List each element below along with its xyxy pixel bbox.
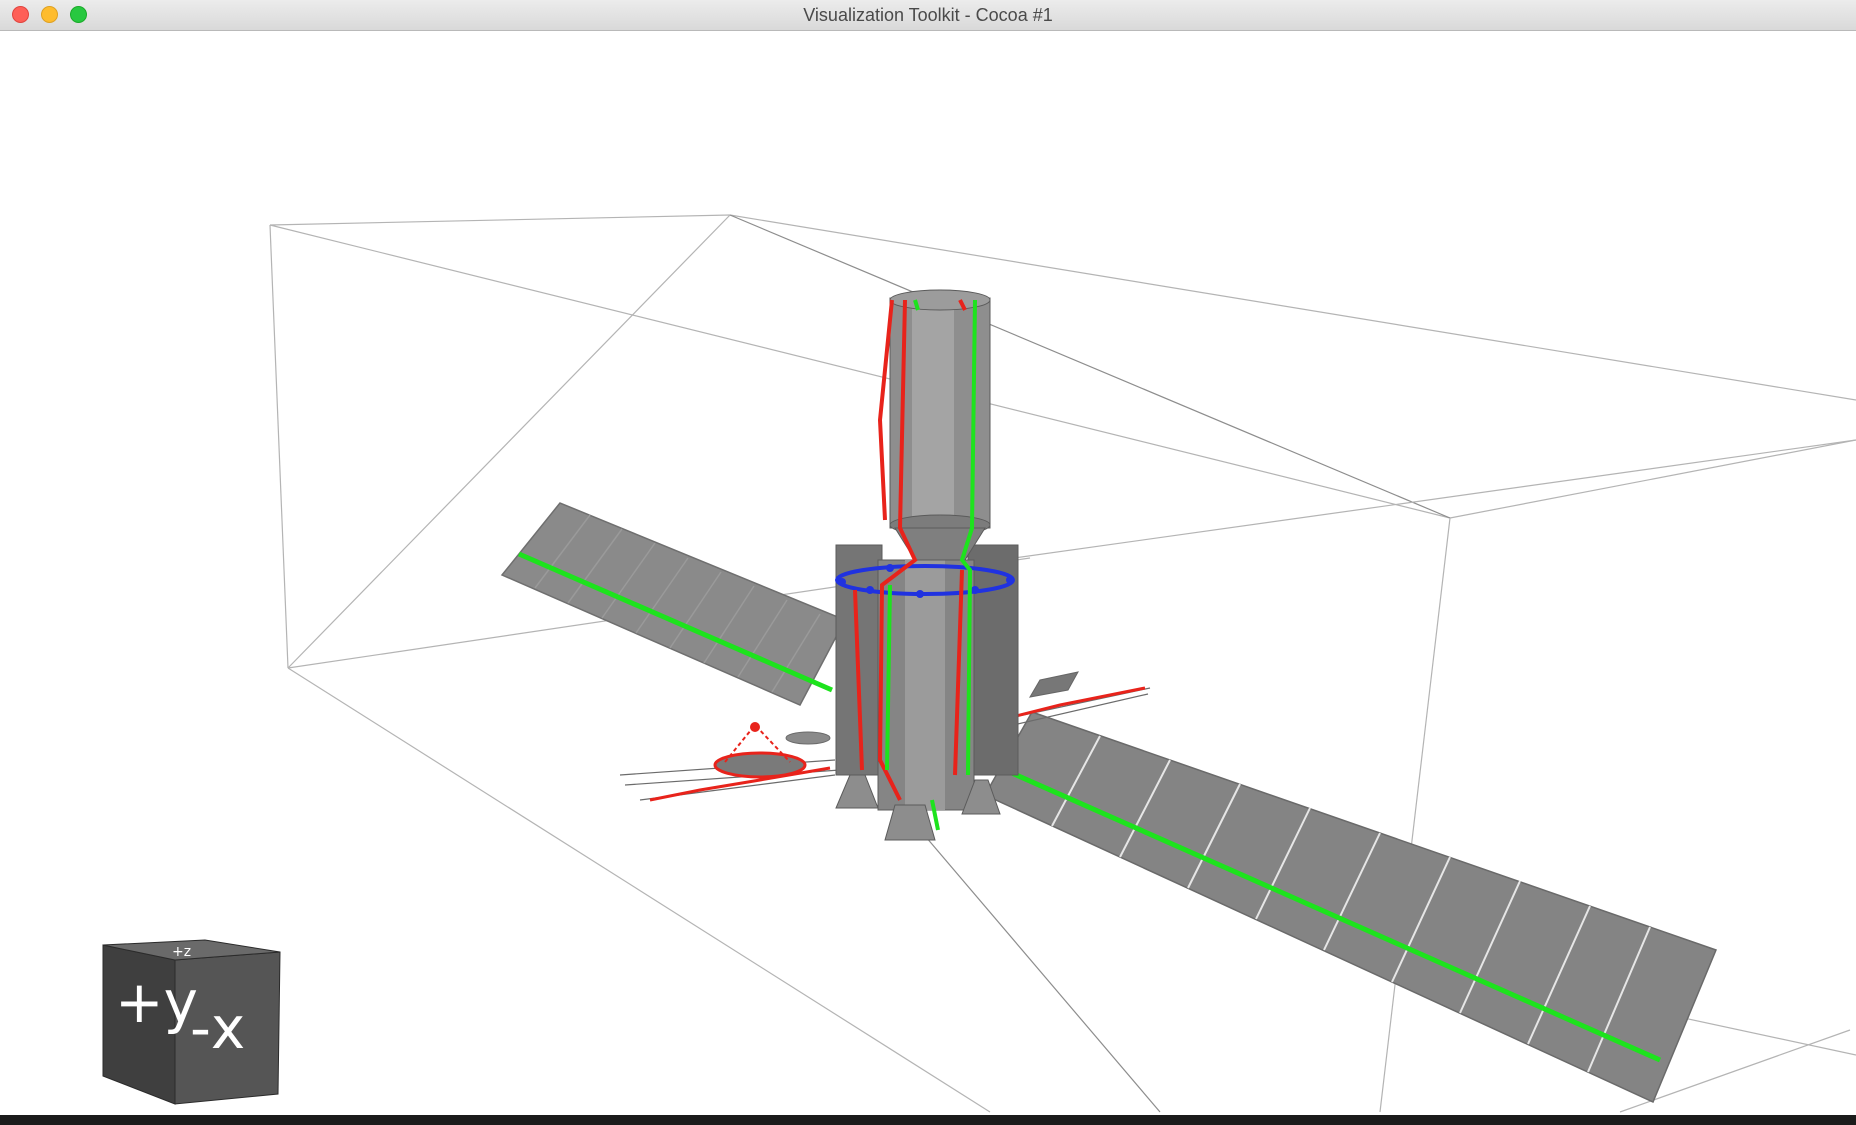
orientation-cube[interactable]: +y -x +z xyxy=(102,939,281,1105)
cube-side-label: -x xyxy=(190,994,245,1062)
render-viewport[interactable]: +y -x +z xyxy=(0,31,1856,1115)
scene-canvas[interactable]: +y -x +z xyxy=(0,31,1856,1115)
cube-front-label: +y xyxy=(115,968,198,1036)
vtk-window: Visualization Toolkit - Cocoa #1 +y -x +… xyxy=(0,0,1856,1125)
right-solar-panel xyxy=(983,711,1717,1104)
cube-top-label: +z xyxy=(172,944,191,960)
title-bar[interactable]: Visualization Toolkit - Cocoa #1 xyxy=(0,0,1856,31)
window-bottom-edge xyxy=(0,1115,1856,1125)
left-solar-panel xyxy=(500,502,847,706)
window-title: Visualization Toolkit - Cocoa #1 xyxy=(803,5,1053,25)
